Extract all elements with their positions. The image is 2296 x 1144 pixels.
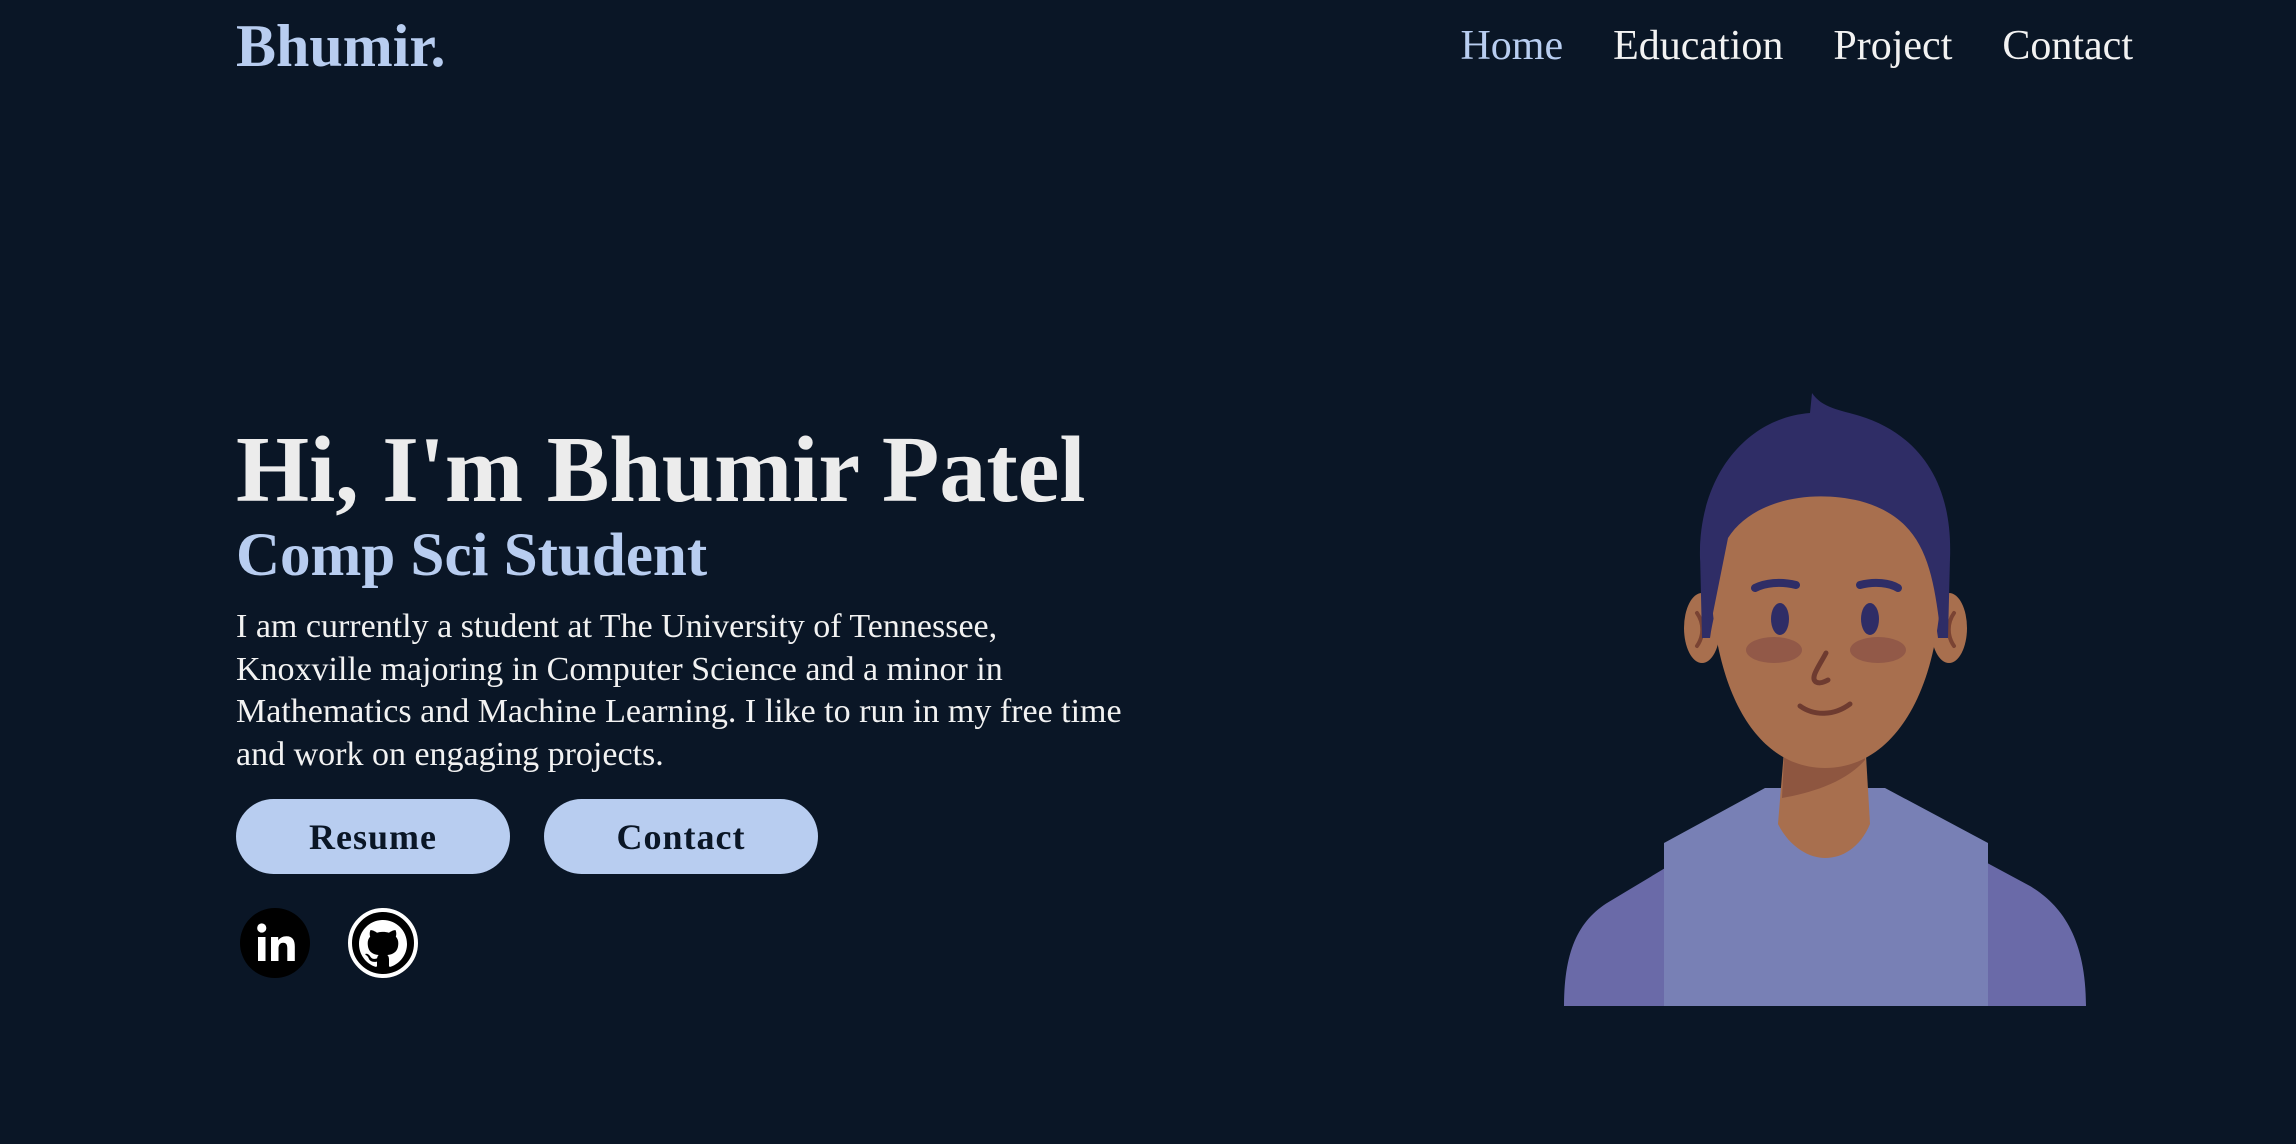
contact-button[interactable]: Contact (544, 799, 818, 874)
social-links (238, 906, 420, 980)
main-nav: Home Education Project Contact (1460, 18, 2133, 74)
resume-button[interactable]: Resume (236, 799, 510, 874)
hero-section: Hi, I'm Bhumir Patel Comp Sci Student I … (236, 420, 1156, 776)
github-icon[interactable] (346, 906, 420, 980)
page: Bhumir. Home Education Project Contact H… (0, 0, 2296, 1144)
nav-project[interactable]: Project (1833, 18, 1952, 74)
linkedin-icon[interactable] (238, 906, 312, 980)
hero-title: Hi, I'm Bhumir Patel (236, 418, 1086, 522)
avatar-illustration (1564, 393, 2086, 1006)
site-logo[interactable]: Bhumir. (236, 10, 446, 82)
hero-subtitle: Comp Sci Student (236, 522, 708, 589)
nav-contact[interactable]: Contact (2002, 18, 2133, 74)
nav-education[interactable]: Education (1613, 18, 1783, 74)
nav-home[interactable]: Home (1460, 18, 1563, 74)
hero-buttons: Resume Contact (236, 799, 818, 874)
hero-description: I am currently a student at The Universi… (236, 608, 1122, 773)
